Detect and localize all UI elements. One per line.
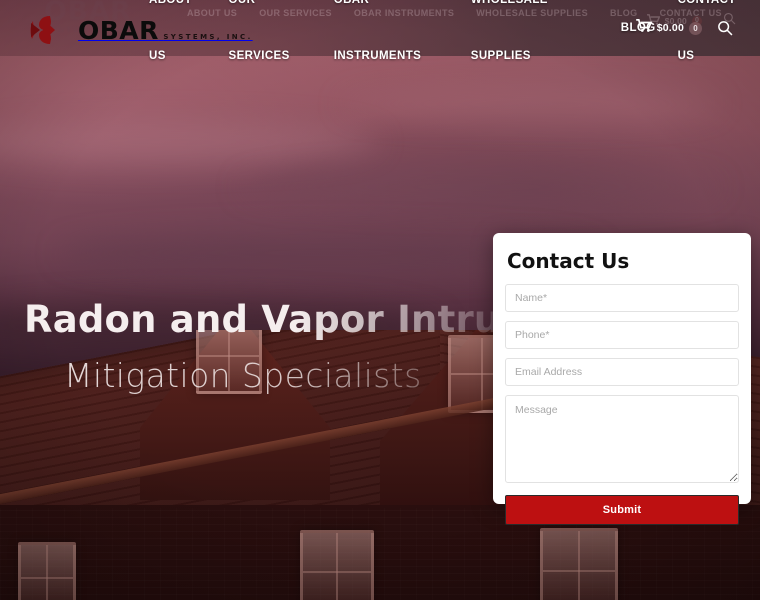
cloud-streak (0, 120, 380, 164)
cart-amount: $0.00 (656, 22, 684, 34)
name-input[interactable] (505, 284, 739, 312)
page-root: OBAR SYSTEMS, INC. OBAR SYSTEMS, INC. AB… (0, 0, 760, 600)
email-input[interactable] (505, 358, 739, 386)
message-textarea[interactable] (505, 395, 739, 483)
obar-pinwheel-logo-icon (30, 13, 72, 47)
contact-form-title: Contact Us (507, 249, 630, 273)
nav-item-our-services[interactable]: OUR SERVICES (218, 0, 323, 84)
cart-item-count-badge: 0 (689, 21, 702, 35)
site-header: OBAR SYSTEMS, INC. OBAR SYSTEMS, INC. AB… (0, 0, 760, 62)
submit-button[interactable]: Submit (505, 495, 739, 525)
wall-window (300, 530, 374, 600)
contact-form-card: Contact Us Submit (493, 233, 751, 525)
cloud-streak (340, 86, 720, 122)
cart-button[interactable]: $0.00 0 (635, 0, 702, 56)
nav-item-about-us[interactable]: ABOUT US (138, 0, 218, 84)
nav-item-wholesale-supplies[interactable]: WHOLESALE SUPPLIES (460, 0, 610, 84)
phone-input[interactable] (505, 321, 739, 349)
cloud-streak (240, 168, 720, 206)
wall-window (18, 542, 76, 600)
nav-item-obar-instruments[interactable]: OBAR INSTRUMENTS (323, 0, 460, 84)
shopping-cart-icon (635, 19, 652, 37)
search-icon[interactable] (712, 0, 738, 56)
